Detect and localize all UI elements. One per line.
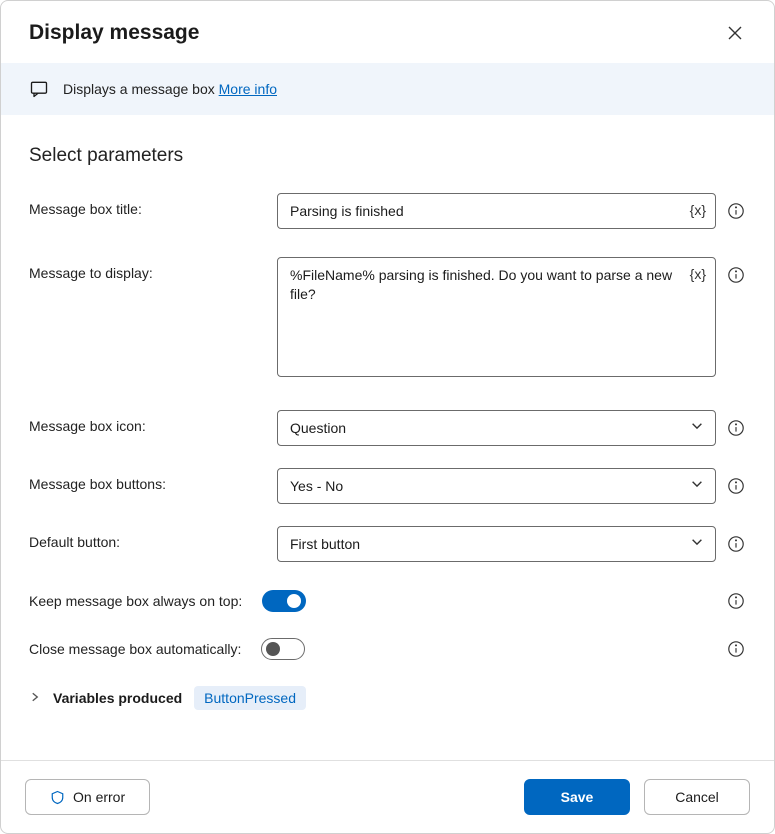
label-default-button: Default button: [29,526,263,550]
info-icon [727,592,745,610]
row-auto-close: Close message box automatically: [29,638,746,660]
help-title-button[interactable] [726,201,746,221]
variable-token-icon[interactable]: {x} [690,202,706,218]
info-icon [727,477,745,495]
row-title: Message box title: {x} [29,193,746,229]
row-message: Message to display: {x} [29,257,746,382]
display-message-dialog: Display message Displays a message box M… [0,0,775,834]
label-auto-close: Close message box automatically: [29,641,241,657]
on-error-button[interactable]: On error [25,779,150,815]
label-always-on-top: Keep message box always on top: [29,593,242,609]
label-title: Message box title: [29,193,263,217]
message-box-icon-select[interactable]: Question [277,410,716,446]
label-icon: Message box icon: [29,410,263,434]
help-default-button[interactable] [726,534,746,554]
info-icon [727,640,745,658]
variables-produced-label: Variables produced [53,690,182,706]
row-buttons: Message box buttons: Yes - No [29,468,746,504]
row-icon: Message box icon: Question [29,410,746,446]
row-default-button: Default button: First button [29,526,746,562]
info-banner: Displays a message box More info [1,63,774,115]
dialog-body: Select parameters Message box title: {x}… [1,115,774,760]
message-box-icon [29,79,49,99]
message-to-display-input[interactable] [277,257,716,377]
banner-text: Displays a message box [63,81,219,97]
banner-text-wrap: Displays a message box More info [63,81,277,97]
section-title: Select parameters [29,145,746,167]
cancel-button[interactable]: Cancel [644,779,750,815]
help-icon-button[interactable] [726,418,746,438]
help-auto-close-button[interactable] [726,639,746,659]
dialog-title: Display message [29,21,199,45]
row-always-on-top: Keep message box always on top: [29,590,746,612]
variable-token-icon[interactable]: {x} [690,266,706,282]
label-buttons: Message box buttons: [29,468,263,492]
save-button[interactable]: Save [524,779,630,815]
label-message: Message to display: [29,257,263,281]
help-buttons-button[interactable] [726,476,746,496]
info-icon [727,202,745,220]
close-button[interactable] [724,22,746,44]
dialog-header: Display message [1,1,774,63]
variable-chip[interactable]: ButtonPressed [194,686,306,710]
auto-close-toggle[interactable] [261,638,305,660]
close-icon [727,25,743,41]
variables-produced-row[interactable]: Variables produced ButtonPressed [29,686,746,710]
help-always-on-top-button[interactable] [726,591,746,611]
message-box-buttons-select[interactable]: Yes - No [277,468,716,504]
shield-icon [50,790,65,805]
help-message-button[interactable] [726,265,746,285]
info-icon [727,419,745,437]
more-info-link[interactable]: More info [219,81,277,97]
info-icon [727,535,745,553]
info-icon [727,266,745,284]
on-error-label: On error [73,789,125,805]
always-on-top-toggle[interactable] [262,590,306,612]
default-button-select[interactable]: First button [277,526,716,562]
dialog-footer: On error Save Cancel [1,760,774,833]
message-box-title-input[interactable] [277,193,716,229]
chevron-right-icon [29,690,41,706]
